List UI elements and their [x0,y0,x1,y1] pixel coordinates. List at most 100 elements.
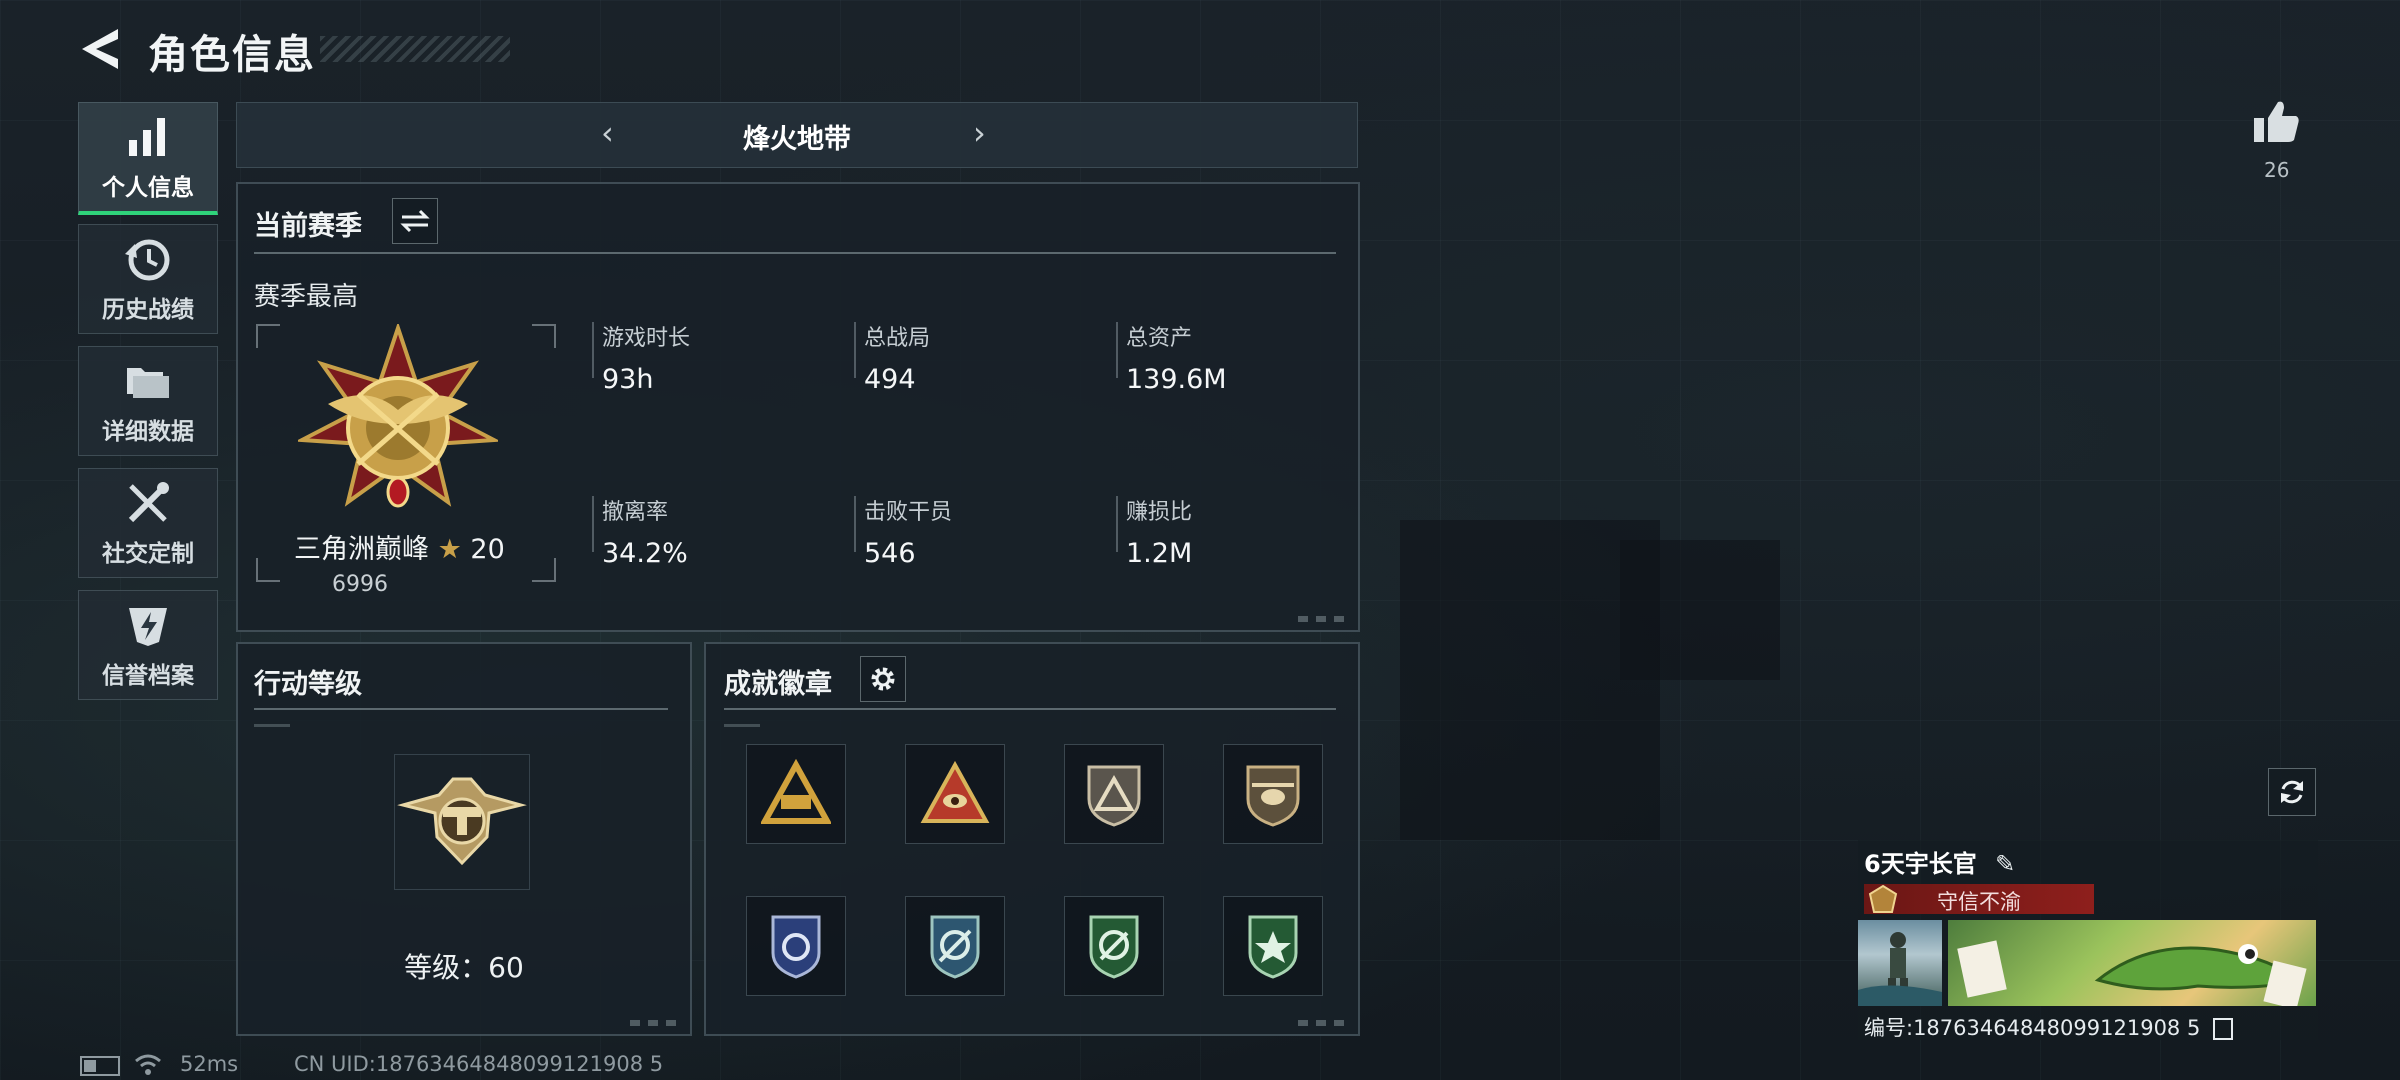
player-name-text: 6天宇长官 [1864,850,1977,878]
rank-emblem-icon [298,324,498,508]
divider-tick [724,724,760,727]
stat-play-time: 游戏时长 93h [602,320,832,395]
player-id-text: 编号:18763464848099121908 5 [1864,1016,2201,1040]
back-arrow-icon[interactable] [78,26,122,72]
season-title: 当前赛季 [254,211,362,242]
swap-arrows-icon [400,209,430,233]
season-best-label: 赛季最高 [254,282,359,312]
achievement-badge[interactable] [746,896,846,996]
stat-label: 总战局 [864,326,931,351]
green-crosshair-shield-icon [1089,915,1139,979]
folder-icon [127,368,169,398]
nav-label: 个人信息 [102,175,194,201]
blue-green-shield-icon [930,915,980,979]
nav-social-custom[interactable]: 社交定制 [78,468,218,578]
soldier-avatar-icon [1858,932,1942,1006]
copy-icon[interactable] [2213,1018,2234,1040]
stat-divider [1116,322,1118,378]
frame-corner [256,558,280,582]
stat-value: 93h [602,364,654,395]
nav-label: 详细数据 [102,419,194,445]
stat-divider [854,322,856,378]
star-icon: ★ [437,534,462,565]
achievement-badge[interactable] [905,744,1005,844]
crocodile-banner-icon [1957,940,2307,1006]
refresh-icon [2281,780,2303,804]
nav-label: 社交定制 [102,541,194,567]
motto-banner: 守信不渝 [1864,884,2094,914]
panel-corner-decoration [1298,1020,1348,1026]
panel-corner-decoration [630,1020,680,1026]
achievement-badge[interactable] [746,744,846,844]
edit-pencil-icon[interactable]: ✎ [1995,850,2015,878]
switch-season-button[interactable] [392,198,438,244]
avatar[interactable] [1858,920,1942,1006]
battery-level [84,1060,96,1072]
shield-bolt-icon [129,608,167,646]
stat-value: 34.2% [602,538,688,569]
mode-selector: ‹ 烽火地带 › [236,102,1358,168]
profile-banner [1948,920,2316,1006]
action-level-panel: 行动等级 等级：60 [236,642,692,1036]
achievement-badge[interactable] [1223,896,1323,996]
ping-text: 52ms [180,1052,239,1076]
uid-text: CN UID:18763464848099121908 5 [294,1052,664,1076]
mode-next-button[interactable]: › [973,117,986,149]
section-divider [254,252,1336,254]
frame-corner [532,324,556,348]
stat-operators-defeated: 击败干员 546 [864,494,1094,569]
stat-label: 赚损比 [1126,500,1193,525]
title-decoration [320,36,510,62]
panel-corner-decoration [1298,616,1348,622]
achievement-badge[interactable] [905,896,1005,996]
player-id: 编号:18763464848099121908 5 [1864,1012,2234,1042]
achievement-badge[interactable] [1064,896,1164,996]
level-emblem-icon [397,777,527,866]
frame-corner [256,324,280,348]
gear-icon [871,667,895,691]
nav-history[interactable]: 历史战绩 [78,224,218,334]
achievement-badge[interactable] [1223,744,1323,844]
wrench-screwdriver-icon [128,482,169,523]
stat-divider [592,496,594,552]
stat-value: 139.6M [1126,364,1227,395]
achievement-badge[interactable] [1064,744,1164,844]
eye-triangle-icon [920,760,990,823]
badge-settings-button[interactable] [860,656,906,702]
nav-label: 历史战绩 [102,297,194,323]
background-shadow [1620,540,1780,680]
stat-divider [592,322,594,378]
battery-icon [80,1056,120,1076]
stat-value: 494 [864,364,916,395]
achievements-title: 成就徽章 [724,669,832,700]
history-clock-icon [125,239,170,281]
nav-detail-data[interactable]: 详细数据 [78,346,218,456]
refresh-button[interactable] [2268,768,2316,816]
rank-label: 三角洲巅峰 ★ 20 [294,527,505,566]
nav-personal-info[interactable]: 个人信息 [78,102,218,215]
rank-name: 三角洲巅峰 [294,534,429,565]
page-title: 角色信息 [148,32,316,78]
stat-divider [1116,496,1118,552]
bar-chart-icon [129,118,165,156]
action-level-title: 行动等级 [254,669,362,700]
stat-label: 游戏时长 [602,326,691,351]
stat-label: 击败干员 [864,500,953,525]
rank-stars: 20 [470,534,505,565]
stat-label: 撤离率 [602,500,669,525]
stat-total-assets: 总资产 139.6M [1126,320,1356,395]
rank-score: 6996 [332,572,388,597]
helicopter-shield-icon [1246,765,1300,827]
triangle-shield-icon [1087,765,1141,827]
thumbs-up-icon[interactable] [2252,98,2302,144]
stat-value: 1.2M [1126,538,1193,569]
triangle-emblem-icon [761,759,831,824]
frame-corner [532,558,556,582]
player-name: 6天宇长官 ✎ [1864,844,2015,879]
section-divider [254,708,668,710]
stat-total-matches: 总战局 494 [864,320,1094,395]
section-divider [724,708,1336,710]
profile-card: 6天宇长官 ✎ 守信不渝 编号:18763464848099121908 5 [1858,840,2318,1040]
nav-label: 信誉档案 [102,663,194,689]
nav-credit-record[interactable]: 信誉档案 [78,590,218,700]
